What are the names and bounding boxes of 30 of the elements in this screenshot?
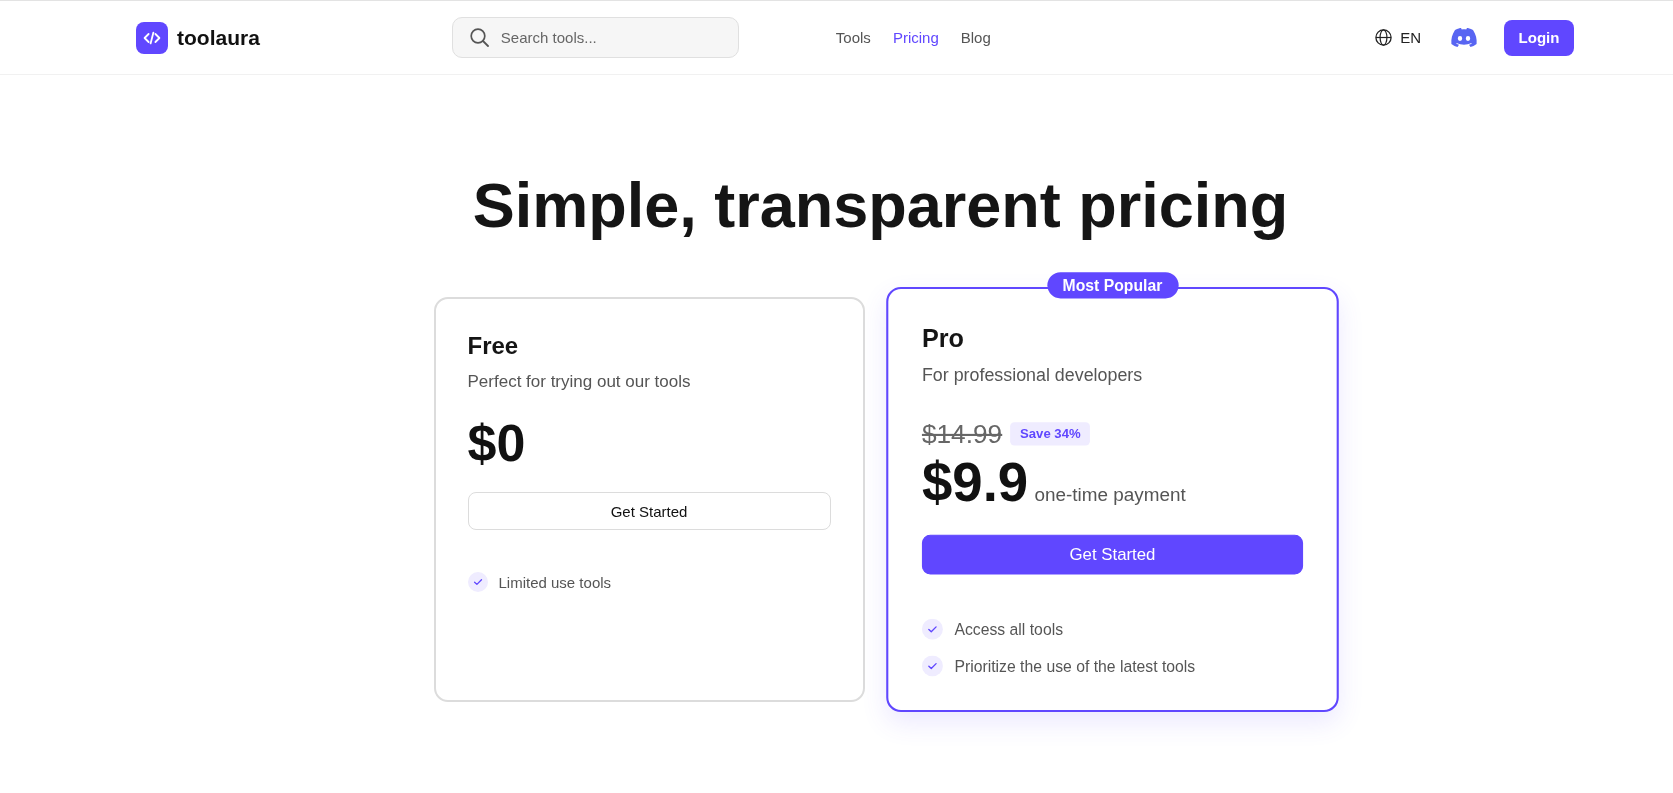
nav-link[interactable]: Tools <box>835 29 871 46</box>
popular-badge: Most Popular <box>1046 272 1178 299</box>
plan-name: Pro <box>921 322 964 354</box>
plan-price: $0 <box>467 413 526 473</box>
feature-text: Prioritize the use of the latest tools <box>953 657 1195 675</box>
get-started-button[interactable]: Get Started <box>467 492 831 530</box>
language-button[interactable]: EN <box>1375 29 1421 46</box>
login-button[interactable]: Login <box>1504 19 1574 56</box>
code-logo-icon[interactable] <box>136 21 168 54</box>
plan-description: For professional developers <box>921 364 1142 388</box>
check-icon <box>921 618 943 640</box>
plan-price: $9.9 <box>921 450 1028 514</box>
price-note: one-time payment <box>1034 484 1186 507</box>
discount-badge: Save 34% <box>1010 422 1090 446</box>
brand-name[interactable]: toolaura <box>177 25 260 50</box>
search-icon <box>469 28 489 47</box>
page-heading: Simple, transparent pricing <box>472 169 1289 242</box>
search-field[interactable]: Search tools... <box>451 17 739 58</box>
plan-name: Free <box>467 331 519 361</box>
nav-link[interactable]: Blog <box>960 29 991 46</box>
feature-text: Access all tools <box>953 620 1063 639</box>
check-icon <box>921 655 943 677</box>
nav-link[interactable]: Pricing <box>892 29 939 46</box>
get-started-button[interactable]: Get Started <box>921 534 1303 575</box>
feature-text: Limited use tools <box>498 573 612 591</box>
plan-description: Perfect for trying out our tools <box>467 371 691 393</box>
discord-icon[interactable] <box>1450 27 1478 48</box>
check-icon <box>467 572 488 592</box>
globe-icon <box>1375 29 1393 46</box>
original-price: $14.99 <box>921 418 1002 451</box>
